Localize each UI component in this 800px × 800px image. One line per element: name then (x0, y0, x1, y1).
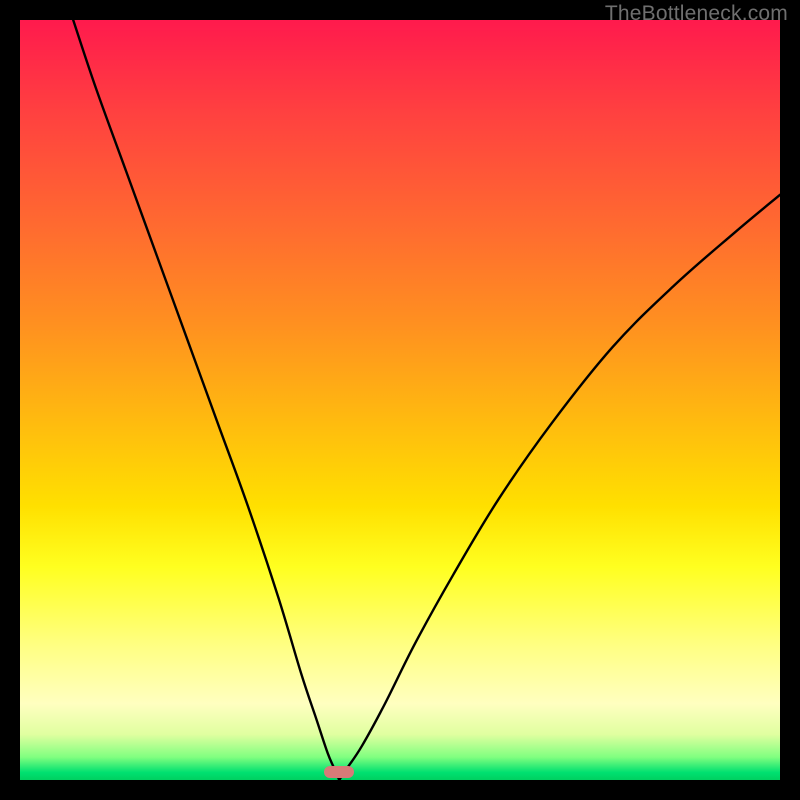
attribution-text: TheBottleneck.com (605, 2, 788, 26)
plot-area (20, 20, 780, 780)
bottleneck-curve (20, 20, 780, 780)
bottleneck-marker (324, 766, 354, 778)
